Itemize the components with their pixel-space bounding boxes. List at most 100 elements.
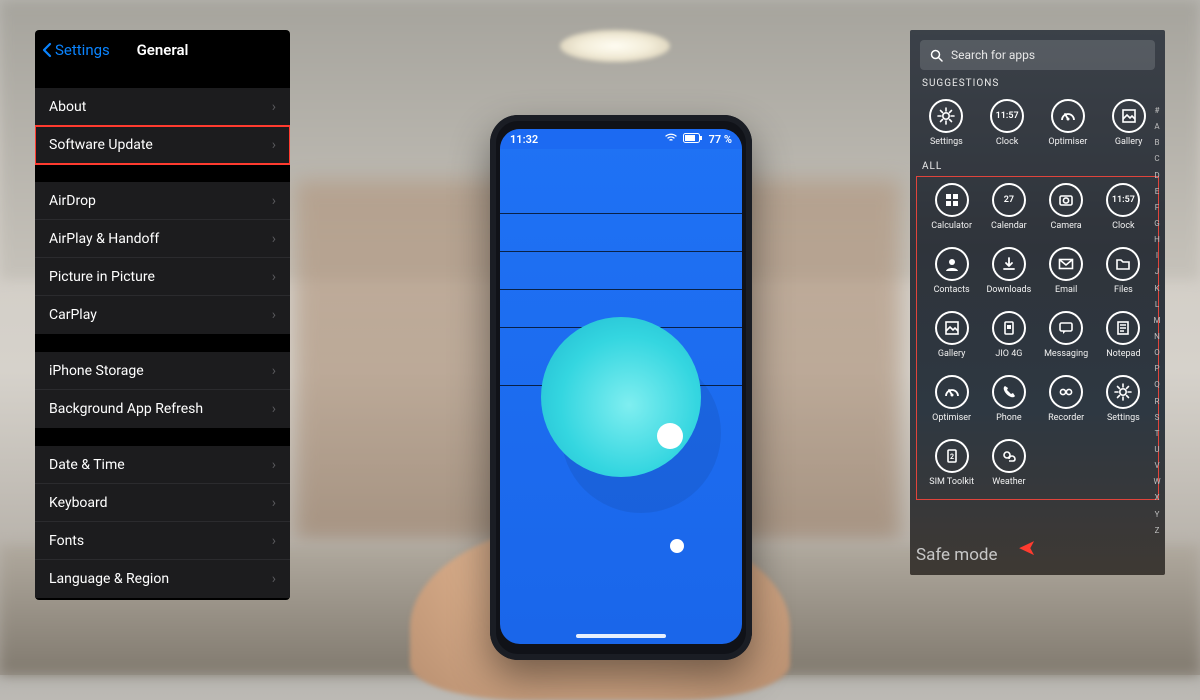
home-indicator[interactable] bbox=[576, 634, 666, 638]
index-Q[interactable]: Q bbox=[1154, 380, 1160, 389]
settings-row-label: Date & Time bbox=[49, 457, 125, 473]
settings-row-label: AirPlay & Handoff bbox=[49, 231, 159, 247]
app-email[interactable]: Email bbox=[1038, 241, 1095, 301]
index-M[interactable]: M bbox=[1154, 316, 1161, 325]
app-optimiser[interactable]: Optimiser bbox=[1038, 93, 1099, 153]
index-I[interactable]: I bbox=[1156, 251, 1158, 260]
index-V[interactable]: V bbox=[1154, 461, 1159, 470]
app-label: Phone bbox=[996, 413, 1022, 423]
app-settings[interactable]: Settings bbox=[1095, 369, 1152, 429]
index-R[interactable]: R bbox=[1155, 397, 1160, 406]
camera-icon bbox=[1049, 183, 1083, 217]
index-Z[interactable]: Z bbox=[1155, 526, 1160, 535]
app-gallery[interactable]: Gallery bbox=[1098, 93, 1159, 153]
settings-row-carplay[interactable]: CarPlay› bbox=[35, 296, 290, 334]
app-clock[interactable]: 11:57Clock bbox=[1095, 177, 1152, 237]
app-gallery[interactable]: Gallery bbox=[923, 305, 980, 365]
ios-settings-general-panel: Settings General About›Software Update›A… bbox=[35, 30, 290, 600]
settings-row-airdrop[interactable]: AirDrop › bbox=[35, 182, 290, 220]
chevron-right-icon: › bbox=[272, 231, 276, 247]
safe-mode-label: Safe mode bbox=[916, 545, 998, 565]
settings-row-fonts[interactable]: Fonts› bbox=[35, 522, 290, 560]
app-weather[interactable]: Weather bbox=[980, 433, 1037, 493]
app-files[interactable]: Files bbox=[1095, 241, 1152, 301]
search-icon bbox=[930, 49, 943, 62]
index-F[interactable]: F bbox=[1155, 203, 1159, 212]
settings-row-label: Background App Refresh bbox=[49, 401, 203, 417]
app-jio-4g[interactable]: JIO 4G bbox=[980, 305, 1037, 365]
app-notepad[interactable]: Notepad bbox=[1095, 305, 1152, 365]
app-label: Contacts bbox=[934, 285, 970, 295]
chevron-right-icon: › bbox=[272, 401, 276, 417]
all-apps-highlight-box: Calculator27CalendarCamera11:57Clock Cont… bbox=[916, 176, 1159, 500]
app-optimiser[interactable]: Optimiser bbox=[923, 369, 980, 429]
chevron-right-icon: › bbox=[272, 99, 276, 115]
chevron-right-icon: › bbox=[272, 571, 276, 587]
index-K[interactable]: K bbox=[1154, 284, 1159, 293]
index-O[interactable]: O bbox=[1154, 348, 1160, 357]
settings-row-label: iPhone Storage bbox=[49, 363, 144, 379]
settings-row-language-region[interactable]: Language & Region› bbox=[35, 560, 290, 598]
app-clock[interactable]: 11:57Clock bbox=[977, 93, 1038, 153]
gauge-icon bbox=[1051, 99, 1085, 133]
android-app-drawer: Search for apps SUGGESTIONS Settings 11:5… bbox=[910, 30, 1165, 575]
settings-row-airplay-handoff[interactable]: AirPlay & Handoff › bbox=[35, 220, 290, 258]
screen-artifact-line bbox=[500, 289, 742, 290]
settings-row-software-update[interactable]: Software Update› bbox=[35, 126, 290, 164]
app-label: Recorder bbox=[1048, 413, 1084, 423]
app-sim-toolkit[interactable]: 2SIM Toolkit bbox=[923, 433, 980, 493]
app-downloads[interactable]: Downloads bbox=[980, 241, 1037, 301]
app-calculator[interactable]: Calculator bbox=[923, 177, 980, 237]
index-C[interactable]: C bbox=[1154, 154, 1159, 163]
index-#[interactable]: # bbox=[1155, 106, 1160, 115]
index-H[interactable]: H bbox=[1154, 235, 1160, 244]
index-A[interactable]: A bbox=[1154, 122, 1159, 131]
app-messaging[interactable]: Messaging bbox=[1038, 305, 1095, 365]
gauge-icon bbox=[935, 375, 969, 409]
app-camera[interactable]: Camera bbox=[1038, 177, 1095, 237]
screen-artifact-line bbox=[500, 213, 742, 214]
app-calendar[interactable]: 27Calendar bbox=[980, 177, 1037, 237]
app-label: SIM Toolkit bbox=[929, 477, 974, 487]
index-D[interactable]: D bbox=[1154, 171, 1159, 180]
alpha-index[interactable]: # ABCDEFGHIJKLMNOPQRSTUVWXYZ bbox=[1151, 106, 1163, 535]
app-label: Settings bbox=[930, 137, 963, 147]
index-N[interactable]: N bbox=[1154, 332, 1160, 341]
app-settings[interactable]: Settings bbox=[916, 93, 977, 153]
settings-row-label: AirDrop bbox=[49, 193, 96, 209]
settings-row-background-app-refresh[interactable]: Background App Refresh › bbox=[35, 390, 290, 428]
recorder-icon bbox=[1049, 375, 1083, 409]
wallpaper-moon-icon bbox=[541, 317, 701, 477]
settings-row-date-time[interactable]: Date & Time› bbox=[35, 446, 290, 484]
app-label: Email bbox=[1055, 285, 1077, 295]
settings-row-about[interactable]: About› bbox=[35, 88, 290, 126]
index-G[interactable]: G bbox=[1154, 219, 1159, 228]
index-S[interactable]: S bbox=[1155, 413, 1160, 422]
settings-row-keyboard[interactable]: Keyboard› bbox=[35, 484, 290, 522]
folder-icon bbox=[1106, 247, 1140, 281]
contact-icon bbox=[935, 247, 969, 281]
app-label: Optimiser bbox=[932, 413, 971, 423]
phone-icon bbox=[992, 375, 1026, 409]
index-L[interactable]: L bbox=[1155, 300, 1159, 309]
app-contacts[interactable]: Contacts bbox=[923, 241, 980, 301]
chevron-right-icon: › bbox=[272, 193, 276, 209]
gear-icon bbox=[1106, 375, 1140, 409]
settings-row-picture-in-picture[interactable]: Picture in Picture› bbox=[35, 258, 290, 296]
index-P[interactable]: P bbox=[1154, 364, 1159, 373]
section-suggestions: SUGGESTIONS bbox=[922, 78, 1153, 89]
app-recorder[interactable]: Recorder bbox=[1038, 369, 1095, 429]
settings-row-label: Fonts bbox=[49, 533, 84, 549]
screen-artifact-line bbox=[500, 251, 742, 252]
index-X[interactable]: X bbox=[1154, 493, 1159, 502]
index-U[interactable]: U bbox=[1154, 445, 1159, 454]
index-B[interactable]: B bbox=[1155, 138, 1160, 147]
search-input[interactable]: Search for apps bbox=[920, 40, 1155, 70]
index-T[interactable]: T bbox=[1155, 429, 1160, 438]
app-phone[interactable]: Phone bbox=[980, 369, 1037, 429]
index-Y[interactable]: Y bbox=[1155, 510, 1160, 519]
index-W[interactable]: W bbox=[1153, 477, 1160, 486]
index-E[interactable]: E bbox=[1155, 187, 1160, 196]
settings-row-iphone-storage[interactable]: iPhone Storage› bbox=[35, 352, 290, 390]
index-J[interactable]: J bbox=[1155, 267, 1159, 276]
